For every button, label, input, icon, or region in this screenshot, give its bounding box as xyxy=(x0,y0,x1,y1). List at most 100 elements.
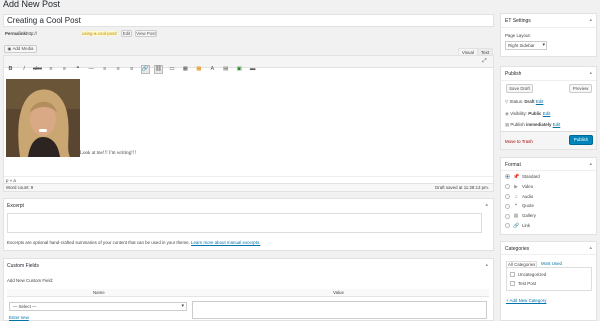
custom-fields-panel: Custom Fields ▴ Add New Custom Field: Na… xyxy=(3,258,494,321)
format-title[interactable]: Format xyxy=(505,162,521,168)
custom-fields-collapse-icon[interactable]: ▴ xyxy=(485,262,488,268)
format-option[interactable]: 📌 Standard xyxy=(505,173,540,183)
format-option[interactable]: ▦ Gallery xyxy=(505,212,540,222)
add-media-button[interactable]: ▣ Add Media xyxy=(4,45,37,53)
permalink-slug[interactable]: using-a-cool-post/ xyxy=(82,31,117,36)
fullscreen-icon[interactable]: ⤢ xyxy=(480,57,489,66)
enter-new-link[interactable]: Enter new xyxy=(9,315,29,320)
page-layout-select[interactable]: Right Sidebar ▾ xyxy=(505,41,547,50)
insert-link-icon[interactable]: 🔗 xyxy=(140,65,150,74)
strikethrough-icon[interactable]: abc xyxy=(33,65,42,74)
et-settings-title[interactable]: ET Settings xyxy=(505,18,531,24)
unlink-icon[interactable]: ⛓ xyxy=(153,65,163,74)
editor-box: B I abc ≡ ≡ ❝ — ≡ ≡ ≡ 🔗 ⛓ ▭ ▦ ▦ A ▤ ▣ ▬ … xyxy=(3,55,494,192)
numbered-list-icon[interactable]: ≡ xyxy=(60,65,69,74)
table-icon[interactable]: ▦ xyxy=(181,65,190,74)
toolbar-toggle-icon[interactable]: ▬ xyxy=(248,65,257,74)
move-to-trash-link[interactable]: Move to Trash xyxy=(505,139,533,144)
editor-content-text[interactable]: Look at me!!! I'm writing!!! xyxy=(80,151,136,157)
custom-fields-title[interactable]: Custom Fields xyxy=(7,263,39,269)
visibility-row: ◉ Visibility: Public Edit xyxy=(505,111,550,116)
view-post-button[interactable]: View Post xyxy=(135,30,157,37)
publish-collapse-icon[interactable]: ▴ xyxy=(589,70,592,76)
et-settings-divider xyxy=(501,27,596,28)
bullet-list-icon[interactable]: ≡ xyxy=(46,65,55,74)
preview-button[interactable]: Preview xyxy=(569,84,592,93)
categories-collapse-icon[interactable]: ▴ xyxy=(589,245,592,251)
horizontal-line-icon[interactable]: — xyxy=(87,65,96,74)
font-color-icon[interactable]: A xyxy=(208,65,217,74)
excerpt-textarea[interactable] xyxy=(7,213,482,233)
pin-icon: 📌 xyxy=(513,174,520,180)
publish-time-edit-link[interactable]: Edit xyxy=(553,122,561,127)
category-checkbox[interactable] xyxy=(510,281,515,287)
blockquote-icon[interactable]: ❝ xyxy=(73,65,82,74)
post-title-value: Creating a Cool Post xyxy=(7,16,81,25)
format-option[interactable]: ❝ Quote xyxy=(505,202,540,212)
excerpt-help-text: Excerpts are optional hand-crafted summa… xyxy=(7,240,190,245)
et-settings-collapse-icon[interactable]: ▴ xyxy=(589,17,592,23)
format-radio[interactable] xyxy=(505,184,510,190)
excerpt-collapse-icon[interactable]: ▴ xyxy=(485,202,488,208)
status-value: Draft xyxy=(524,99,535,104)
column-name-header: Name xyxy=(93,290,105,295)
custom-field-value-textarea[interactable] xyxy=(192,301,487,319)
format-option-label: Link xyxy=(522,222,531,228)
format-option[interactable]: ♫ Audio xyxy=(505,193,540,203)
format-collapse-icon[interactable]: ▴ xyxy=(589,161,592,167)
category-item[interactable]: Test Post xyxy=(510,281,536,287)
align-center-icon[interactable]: ≡ xyxy=(114,65,123,74)
format-option-label: Gallery xyxy=(522,213,536,219)
format-option-label: Standard xyxy=(522,174,540,179)
categories-list: Uncategorized Test Post xyxy=(506,267,592,291)
format-radio[interactable] xyxy=(505,203,510,209)
add-new-category-link[interactable]: + Add New Category xyxy=(506,298,546,303)
publish-actions: Move to Trash Publish xyxy=(501,131,596,149)
color-grid-icon[interactable]: ▦ xyxy=(194,65,203,74)
format-list: 📌 Standard ▶ Video ♫ Audio ❝ Quote ▦ Gallery 🔗 Link xyxy=(505,173,540,232)
category-label: Uncategorized xyxy=(518,272,547,277)
page-layout-value: Right Sidebar xyxy=(508,43,535,48)
publish-button[interactable]: Publish xyxy=(569,135,593,145)
status-label: Status: xyxy=(509,99,524,104)
tab-most-used[interactable]: Most Used xyxy=(541,261,562,266)
gallery-icon: ▦ xyxy=(513,213,519,220)
paste-icon[interactable]: ▤ xyxy=(221,65,230,74)
custom-field-name-select[interactable]: — Select — ▾ xyxy=(9,302,187,311)
custom-fields-header-row: Name Value xyxy=(7,289,489,297)
image-icon[interactable]: ▣ xyxy=(235,65,244,74)
format-radio[interactable] xyxy=(505,213,510,219)
format-radio[interactable] xyxy=(505,223,510,229)
chevron-down-icon: ▾ xyxy=(181,303,184,309)
format-radio[interactable] xyxy=(505,193,510,199)
post-title-input[interactable]: Creating a Cool Post xyxy=(3,14,494,27)
format-option[interactable]: 🔗 Link xyxy=(505,222,540,232)
align-right-icon[interactable]: ≡ xyxy=(127,65,136,74)
save-draft-button[interactable]: Save Draft xyxy=(506,84,533,93)
editor-footer: Word count: 9 Draft saved at 11:28:13 pm… xyxy=(4,183,493,191)
excerpt-help-link[interactable]: Learn more about manual excerpts. xyxy=(191,240,260,245)
audio-icon: ♫ xyxy=(514,193,518,200)
categories-panel: Categories ▴ All Categories Most Used Un… xyxy=(500,241,597,321)
excerpt-title[interactable]: Excerpt xyxy=(7,203,24,209)
permalink-edit-button[interactable]: Edit xyxy=(121,30,132,37)
visibility-edit-link[interactable]: Edit xyxy=(543,111,551,116)
select-placeholder: — Select — xyxy=(13,304,37,309)
read-more-icon[interactable]: ▭ xyxy=(167,65,176,74)
publish-title[interactable]: Publish xyxy=(505,71,521,77)
column-value-header: Value xyxy=(333,290,344,295)
categories-title[interactable]: Categories xyxy=(505,246,529,252)
category-checkbox[interactable] xyxy=(510,272,515,278)
format-divider xyxy=(501,170,596,171)
post-image[interactable] xyxy=(6,79,80,157)
format-option[interactable]: ▶ Video xyxy=(505,183,540,193)
publish-divider xyxy=(501,80,596,81)
status-edit-link[interactable]: Edit xyxy=(536,99,544,104)
italic-icon[interactable]: I xyxy=(19,65,28,74)
align-left-icon[interactable]: ≡ xyxy=(100,65,109,74)
format-panel: Format ▴ 📌 Standard ▶ Video ♫ Audio ❝ Quote ▦ Gal… xyxy=(500,157,597,235)
category-item[interactable]: Uncategorized xyxy=(510,272,547,278)
format-radio[interactable] xyxy=(505,174,510,180)
bold-icon[interactable]: B xyxy=(6,65,15,74)
excerpt-panel: Excerpt ▴ Excerpts are optional hand-cra… xyxy=(3,198,494,251)
